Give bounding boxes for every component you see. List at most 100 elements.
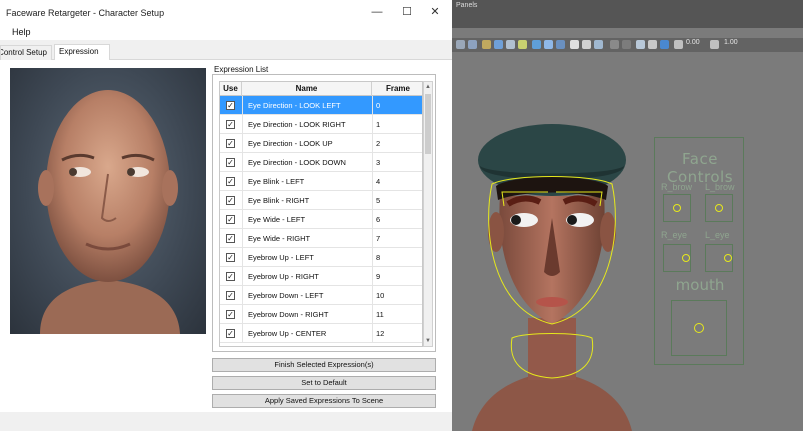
expression-frame: 9 (376, 272, 381, 281)
expression-list-group: Use Name Frame ✓ Eye Direction - LOOK LEF… (212, 74, 436, 352)
set-to-default-button[interactable]: Set to Default (212, 376, 436, 390)
status-bar (0, 412, 452, 431)
scale-icon[interactable] (518, 40, 527, 49)
table-row[interactable]: ✓ Eye Blink - LEFT 4 (220, 172, 422, 191)
use-checkbox[interactable]: ✓ (226, 120, 235, 129)
rotate-icon[interactable] (506, 40, 515, 49)
table-row[interactable]: ✓ Eye Wide - RIGHT 7 (220, 229, 422, 248)
table-row[interactable]: ✓ Eye Direction - LOOK DOWN 3 (220, 153, 422, 172)
r-eye-control-box (663, 244, 691, 272)
expression-frame: 0 (376, 101, 381, 110)
menu-help[interactable]: Help (12, 27, 31, 37)
light-icon[interactable] (570, 40, 579, 49)
expression-name: Eye Wide - RIGHT (248, 234, 311, 243)
column-header-frame[interactable]: Frame (372, 82, 422, 96)
list-scrollbar[interactable]: ▲ ▼ (423, 81, 433, 347)
apply-saved-expressions-button[interactable]: Apply Saved Expressions To Scene (212, 394, 436, 408)
table-row[interactable]: ✓ Eye Direction - LOOK UP 2 (220, 134, 422, 153)
column-divider (242, 229, 243, 248)
use-checkbox[interactable]: ✓ (226, 329, 235, 338)
table-row[interactable]: ✓ Eye Direction - LOOK LEFT 0 (220, 96, 422, 115)
table-row[interactable]: ✓ Eyebrow Up - RIGHT 9 (220, 267, 422, 286)
r-eye-control[interactable] (682, 254, 690, 262)
textured-icon[interactable] (556, 40, 565, 49)
l-brow-control-box (705, 194, 733, 222)
expression-name: Eye Direction - LOOK DOWN (248, 158, 346, 167)
column-header-use[interactable]: Use (220, 82, 242, 96)
maximize-button[interactable]: ☐ (398, 5, 416, 19)
r-brow-control[interactable] (673, 204, 681, 212)
exposure-value[interactable]: 0.00 (686, 39, 700, 46)
joint-icon[interactable] (622, 40, 631, 49)
table-row[interactable]: ✓ Eyebrow Down - RIGHT 11 (220, 305, 422, 324)
xray-icon[interactable] (610, 40, 619, 49)
wireframe-icon[interactable] (532, 40, 541, 49)
face-photo-illustration (38, 90, 180, 334)
column-header-name[interactable]: Name (242, 82, 372, 96)
use-checkbox[interactable]: ✓ (226, 272, 235, 281)
expression-name: Eyebrow Up - CENTER (248, 329, 327, 338)
expression-frame: 12 (376, 329, 385, 338)
expression-name: Eye Direction - LOOK LEFT (248, 101, 341, 110)
l-eye-control[interactable] (724, 254, 732, 262)
scroll-thumb[interactable] (425, 94, 431, 154)
minimize-button[interactable]: — (368, 5, 386, 19)
isolate-icon[interactable] (594, 40, 603, 49)
use-checkbox[interactable]: ✓ (226, 196, 235, 205)
panels-menu[interactable]: Panels (456, 2, 477, 9)
use-checkbox[interactable]: ✓ (226, 253, 235, 262)
column-divider (242, 305, 243, 324)
table-row[interactable]: ✓ Eye Blink - RIGHT 5 (220, 191, 422, 210)
title-bar: Faceware Retargeter - Character Setup — … (0, 0, 452, 24)
column-divider (372, 229, 373, 248)
camera-icon[interactable] (456, 40, 465, 49)
shaded-icon[interactable] (544, 40, 553, 49)
expression-name: Eyebrow Up - LEFT (248, 253, 314, 262)
face-controls-board: Face Controls R_brow L_brow R_eye L_eye … (654, 137, 744, 365)
scroll-up-icon[interactable]: ▲ (424, 82, 432, 92)
column-divider (242, 172, 243, 191)
mouth-control[interactable] (694, 323, 704, 333)
scroll-down-icon[interactable]: ▼ (424, 336, 432, 346)
resolution-gate-icon[interactable] (648, 40, 657, 49)
use-checkbox[interactable]: ✓ (226, 101, 235, 110)
shadow-icon[interactable] (582, 40, 591, 49)
table-row[interactable]: ✓ Eyebrow Up - LEFT 8 (220, 248, 422, 267)
use-checkbox[interactable]: ✓ (226, 215, 235, 224)
expression-frame: 11 (376, 310, 384, 319)
select-icon[interactable] (482, 40, 491, 49)
finish-selected-expressions-button[interactable]: Finish Selected Expression(s) (212, 358, 436, 372)
use-checkbox[interactable]: ✓ (226, 177, 235, 186)
use-checkbox[interactable]: ✓ (226, 310, 235, 319)
close-button[interactable]: ✕ (426, 5, 444, 19)
exposure-icon[interactable] (674, 40, 683, 49)
gamma-value[interactable]: 1.00 (724, 39, 738, 46)
l-brow-control[interactable] (715, 204, 723, 212)
column-divider (242, 286, 243, 305)
column-divider (242, 134, 243, 153)
gamma-icon[interactable] (710, 40, 719, 49)
film-gate-icon[interactable] (636, 40, 645, 49)
tab-control-setup[interactable]: Control Setup (0, 45, 52, 60)
grid-icon[interactable] (468, 40, 477, 49)
hud-icon[interactable] (660, 40, 669, 49)
column-divider (242, 324, 243, 343)
expression-name: Eye Direction - LOOK UP (248, 139, 333, 148)
table-row[interactable]: ✓ Eye Wide - LEFT 6 (220, 210, 422, 229)
table-row[interactable]: ✓ Eyebrow Down - LEFT 10 (220, 286, 422, 305)
viewport-toolbar: 0.00 1.00 (452, 38, 803, 52)
mouth-control-box (671, 300, 727, 356)
character-head-model[interactable] (452, 100, 652, 431)
use-checkbox[interactable]: ✓ (226, 139, 235, 148)
table-row[interactable]: ✓ Eyebrow Up - CENTER 12 (220, 324, 422, 343)
tab-expression-set[interactable]: Expression Set (54, 44, 110, 70)
3d-viewport[interactable]: Panels 0.00 1.00 Face Controls R_brow L_… (452, 0, 803, 431)
use-checkbox[interactable]: ✓ (226, 158, 235, 167)
move-icon[interactable] (494, 40, 503, 49)
use-checkbox[interactable]: ✓ (226, 234, 235, 243)
use-checkbox[interactable]: ✓ (226, 291, 235, 300)
expression-table: Use Name Frame ✓ Eye Direction - LOOK LEF… (219, 81, 423, 347)
table-row[interactable]: ✓ Eye Direction - LOOK RIGHT 1 (220, 115, 422, 134)
l-brow-label: L_brow (705, 182, 735, 192)
mouth-label: mouth (675, 276, 725, 294)
